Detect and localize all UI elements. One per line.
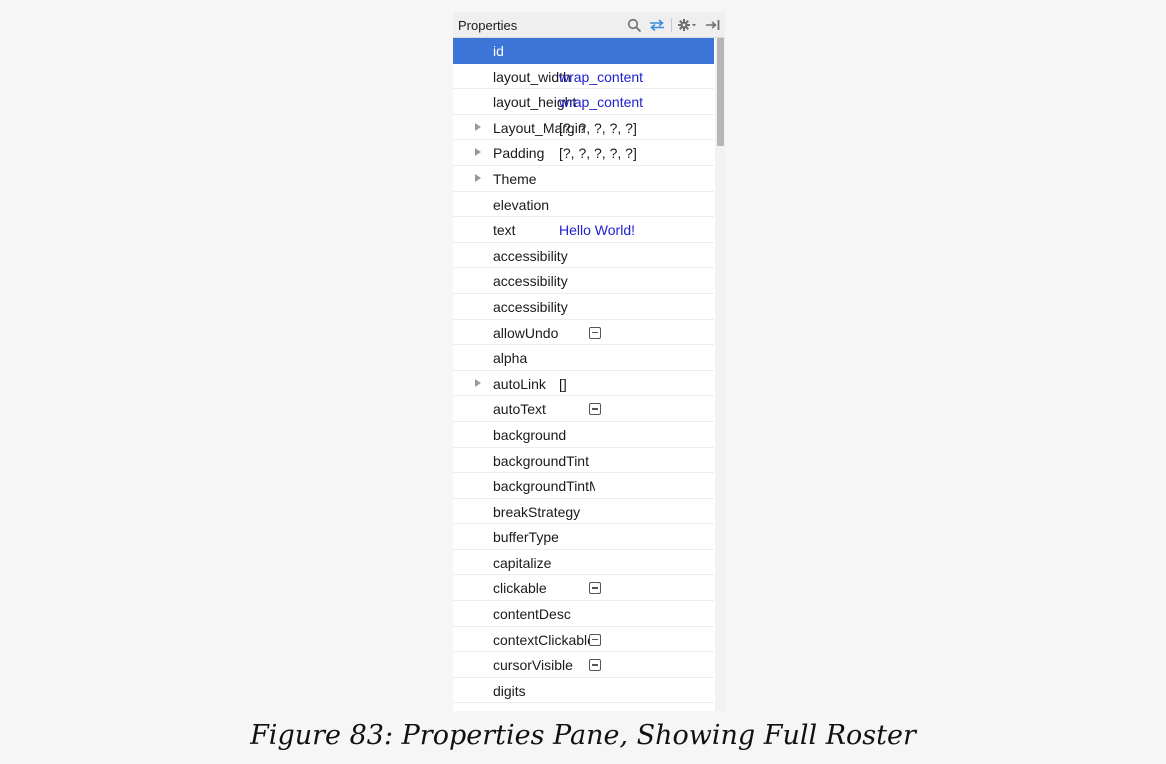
figure-caption: Figure 83: Properties Pane, Showing Full… (250, 720, 916, 751)
property-row[interactable]: id (453, 38, 714, 64)
expand-arrow-icon[interactable] (475, 173, 481, 182)
property-name: allowUndo (493, 324, 559, 341)
tristate-checkbox[interactable] (589, 326, 601, 339)
property-name: accessibility (493, 273, 568, 290)
property-row[interactable]: autoLink [] (453, 371, 714, 397)
property-value[interactable]: wrap_content (559, 94, 643, 110)
property-name: capitalize (493, 554, 552, 571)
tristate-checkbox[interactable] (589, 403, 601, 416)
property-row[interactable]: allowUndo (453, 320, 714, 346)
property-name: autoText (493, 401, 546, 418)
swap-arrows-icon[interactable] (647, 15, 667, 35)
property-value[interactable]: [?, ?, ?, ?, ?] (559, 145, 637, 161)
scrollbar[interactable] (715, 38, 725, 711)
property-name: backgroundTintMode (493, 478, 595, 495)
tristate-checkbox[interactable] (589, 633, 601, 646)
property-row[interactable]: digits (453, 678, 714, 704)
property-row[interactable]: backgroundTint (453, 448, 714, 474)
property-name: background (493, 426, 567, 443)
property-name: Theme (493, 170, 537, 187)
property-row[interactable]: layout_width wrap_content (453, 64, 714, 90)
property-name: clickable (493, 580, 547, 597)
property-name: elevation (493, 196, 550, 213)
property-name: cursorVisible (493, 657, 573, 674)
property-value[interactable]: [?, ?, ?, ?, ?] (559, 120, 637, 136)
property-row[interactable]: Theme (453, 166, 714, 192)
property-row[interactable]: backgroundTintMode (453, 473, 714, 499)
property-name: contextClickable (493, 631, 595, 648)
property-row[interactable]: breakStrategy (453, 499, 714, 525)
property-name: digits (493, 682, 526, 699)
expand-arrow-icon[interactable] (475, 122, 481, 131)
gear-icon[interactable] (676, 15, 698, 35)
property-row[interactable]: accessibility (453, 268, 714, 294)
properties-pane: Properties id layout_width wrap_content … (453, 12, 725, 711)
property-row[interactable]: autoText (453, 396, 714, 422)
property-table: id layout_width wrap_content layout_height w… (453, 38, 714, 704)
hide-pane-icon[interactable] (703, 15, 723, 35)
property-row[interactable]: background (453, 422, 714, 448)
property-row[interactable]: contextClickable (453, 627, 714, 653)
property-row[interactable]: cursorVisible (453, 652, 714, 678)
property-name: autoLink (493, 375, 546, 392)
property-value[interactable]: Hello World! (559, 222, 635, 238)
property-row[interactable]: layout_height wrap_content (453, 89, 714, 115)
property-row[interactable]: capitalize (453, 550, 714, 576)
property-row[interactable]: text Hello World! (453, 217, 714, 243)
properties-pane-header: Properties (453, 12, 725, 38)
toolbar-separator (671, 18, 672, 32)
property-row[interactable]: Padding [?, ?, ?, ?, ?] (453, 140, 714, 166)
property-name: backgroundTint (493, 452, 589, 469)
tristate-checkbox[interactable] (589, 659, 601, 672)
tristate-checkbox[interactable] (589, 582, 601, 595)
property-row[interactable]: accessibility (453, 243, 714, 269)
property-name: bufferType (493, 529, 559, 546)
property-row[interactable]: bufferType (453, 524, 714, 550)
property-row[interactable]: contentDesc (453, 601, 714, 627)
expand-arrow-icon[interactable] (475, 378, 481, 387)
property-name: breakStrategy (493, 503, 581, 520)
property-name: id (493, 43, 504, 59)
property-name: accessibility (493, 247, 568, 264)
property-value[interactable]: [] (559, 376, 567, 392)
pane-title: Properties (458, 18, 518, 33)
property-row[interactable]: alpha (453, 345, 714, 371)
expand-arrow-icon[interactable] (475, 148, 481, 157)
property-row[interactable]: Layout_Margin [?, ?, ?, ?, ?] (453, 115, 714, 141)
property-row[interactable]: elevation (453, 192, 714, 218)
property-name: accessibility (493, 298, 568, 315)
property-name: alpha (493, 350, 528, 367)
property-row[interactable]: accessibility (453, 294, 714, 320)
search-icon[interactable] (625, 15, 643, 35)
property-name: contentDesc (493, 606, 571, 623)
property-value[interactable]: wrap_content (559, 69, 643, 85)
property-row[interactable]: clickable (453, 575, 714, 602)
scrollbar-thumb[interactable] (717, 38, 724, 146)
